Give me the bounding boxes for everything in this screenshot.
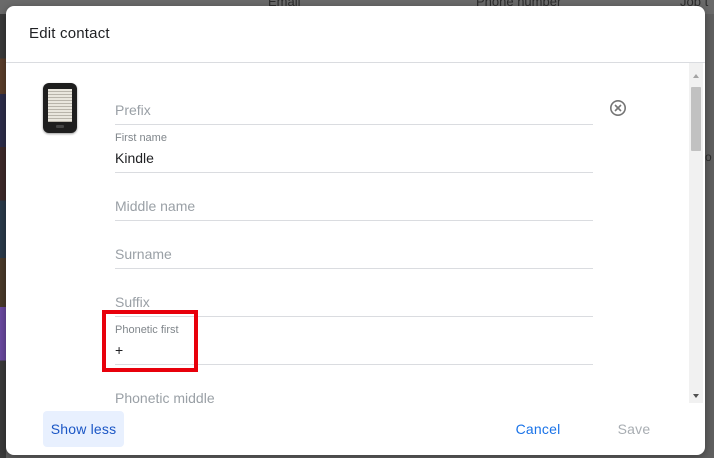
background-right-strip: o [705,14,714,458]
avatar-screen [48,89,72,122]
clear-circle-icon[interactable] [609,99,627,117]
surname-placeholder: Surname [115,246,172,262]
phonetic-middle-placeholder: Phonetic middle [115,390,215,403]
dialog-title: Edit contact [29,25,110,42]
scroll-up-arrow-icon[interactable] [693,74,699,78]
first-name-label: First name [115,132,167,144]
prefix-placeholder: Prefix [115,102,151,118]
scroll-down-arrow-icon[interactable] [693,394,699,398]
cancel-button[interactable]: Cancel [506,411,570,447]
avatar-button [56,125,64,128]
vertical-scrollbar[interactable] [689,63,703,403]
background-right-fragment: o [705,150,712,164]
scroll-thumb[interactable] [691,87,701,151]
middle-name-placeholder: Middle name [115,198,196,214]
show-less-button[interactable]: Show less [43,411,124,447]
save-button[interactable]: Save [606,411,662,447]
prefix-field[interactable]: Prefix [115,76,593,125]
kindle-device-icon[interactable] [43,83,77,133]
highlight-annotation-box [102,310,198,372]
suffix-placeholder: Suffix [115,294,150,310]
edit-contact-dialog: Edit contact Prefix First name Kindle Mi… [6,6,705,455]
dialog-footer: Show less Cancel Save [6,403,705,455]
first-name-field[interactable]: First name Kindle [115,124,593,173]
surname-field[interactable]: Surname [115,220,593,269]
phonetic-middle-field[interactable]: Phonetic middle [115,364,593,403]
middle-name-field[interactable]: Middle name [115,172,593,221]
first-name-value: Kindle [115,150,154,166]
dialog-body[interactable]: Prefix First name Kindle Middle name Sur… [6,63,705,403]
